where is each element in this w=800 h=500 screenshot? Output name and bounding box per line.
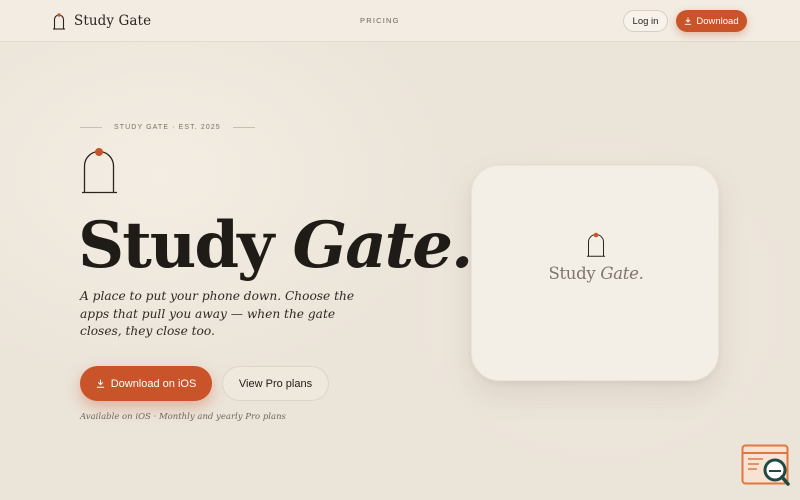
login-button[interactable]: Log in — [623, 10, 668, 32]
hero-title-plain: Study — [78, 208, 274, 283]
view-pro-plans-button[interactable]: View Pro plans — [222, 366, 329, 401]
hero-title-italic: Gate. — [292, 208, 474, 283]
app-preview-card: Study Gate. — [471, 165, 719, 381]
availability-note: Available on iOS · Monthly and yearly Pr… — [80, 412, 286, 422]
hero-eyebrow: STUDY GATE · EST. 2025 — [80, 122, 255, 132]
hero-subtitle: A place to put your phone down. Choose t… — [80, 289, 355, 338]
download-icon — [96, 379, 104, 388]
card-name-plain: Study — [548, 264, 596, 283]
top-nav: Study Gate PRICING Log in Download — [0, 0, 800, 42]
download-ios-button[interactable]: Download on iOS — [80, 366, 212, 401]
gate-arch-icon — [587, 232, 605, 257]
card-name-italic: Gate. — [600, 264, 644, 283]
eyebrow-rule-right — [232, 126, 255, 128]
hero-title: Study Gate. — [78, 206, 474, 286]
download-button-label: Download — [696, 15, 739, 27]
search-document-icon[interactable] — [741, 444, 791, 490]
gate-arch-icon — [53, 13, 65, 30]
card-app-name: Study Gate. — [472, 264, 720, 283]
download-icon — [685, 17, 692, 25]
download-button[interactable]: Download — [676, 10, 747, 32]
brand-name: Study Gate — [74, 13, 152, 29]
eyebrow-rule-left — [80, 126, 102, 128]
download-ios-label: Download on iOS — [110, 377, 197, 390]
nav-link-pricing[interactable]: PRICING — [360, 16, 400, 25]
eyebrow-text: STUDY GATE · EST. 2025 — [114, 123, 221, 131]
brand-logo-link[interactable]: Study Gate — [52, 10, 151, 32]
gate-arch-icon — [82, 148, 117, 194]
